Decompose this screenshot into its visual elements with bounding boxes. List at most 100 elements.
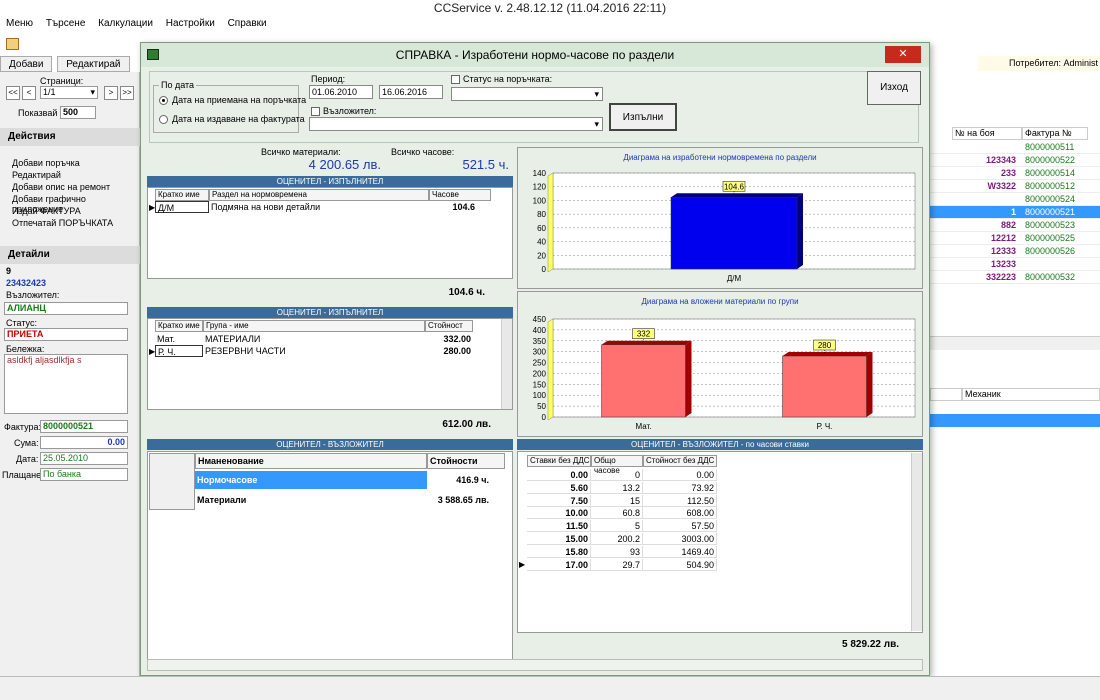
page-select-value: 1/1 xyxy=(43,87,56,97)
status-select[interactable]: ▾ xyxy=(451,87,603,101)
grid-cell-paint: 882 xyxy=(1000,220,1016,230)
status-checkbox[interactable] xyxy=(451,75,460,84)
payment-value: По банка xyxy=(40,468,128,481)
menu-item-menu[interactable]: Меню xyxy=(2,16,37,32)
tab-add[interactable]: Добави xyxy=(0,56,53,72)
toolbar-tool-icon[interactable] xyxy=(6,38,19,50)
run-button[interactable]: Изпълни xyxy=(609,103,677,131)
menu-item-search[interactable]: Търсене xyxy=(42,16,90,32)
bar-side xyxy=(866,352,873,417)
sec2-row1-name[interactable]: МАТЕРИАЛИ xyxy=(203,333,425,345)
sec4-cell[interactable]: 60.8 xyxy=(591,507,643,520)
sec2-col-short[interactable]: Кратко име xyxy=(155,320,203,332)
sec4-cell[interactable]: 5 xyxy=(591,520,643,533)
shown-input[interactable]: 500 xyxy=(60,106,96,119)
sec4-cell[interactable]: 15.80 xyxy=(527,545,591,558)
close-button[interactable]: ✕ xyxy=(885,46,921,63)
sec4-cell[interactable]: 200.2 xyxy=(591,533,643,545)
sec4-cell[interactable]: 57.50 xyxy=(643,520,717,533)
bar-top xyxy=(782,352,873,357)
sec4-cell[interactable]: 0.00 xyxy=(527,469,591,481)
sec4-cell[interactable]: 112.50 xyxy=(643,494,717,507)
sec4-col-value[interactable]: Стойност без ДДС xyxy=(643,455,717,467)
sec4-col-rate[interactable]: Ставки без ДДС xyxy=(527,455,591,467)
sec4-cell[interactable]: 29.7 xyxy=(591,558,643,571)
radio-invoice-date[interactable] xyxy=(159,115,168,124)
action-print-order[interactable]: Отпечатай ПОРЪЧКАТА xyxy=(12,218,113,228)
sec4-cell[interactable]: 7.50 xyxy=(527,494,591,507)
sec1-row-short[interactable]: Д/М xyxy=(155,201,209,213)
grid2-selected-row[interactable] xyxy=(930,414,1100,427)
grid-cell-invoice: 8000000524 xyxy=(1025,194,1076,204)
sec4-cell[interactable]: 11.50 xyxy=(527,520,591,533)
sec2-scrollbar[interactable] xyxy=(501,319,512,409)
sec2-row2-short[interactable]: Р. Ч. xyxy=(155,345,203,357)
sec3-row1-val[interactable]: 416.9 ч. xyxy=(427,471,505,489)
sec4-cell[interactable]: 15.00 xyxy=(527,533,591,545)
y-tick-label: 450 xyxy=(533,315,547,324)
sec2-col-val[interactable]: Стойност xyxy=(425,320,473,332)
y-tick-label: 350 xyxy=(533,337,547,346)
sec4-cell[interactable]: 5.60 xyxy=(527,481,591,494)
sec4-cell[interactable]: 93 xyxy=(591,545,643,558)
sec4-cell[interactable]: 504.90 xyxy=(643,558,717,571)
sec1-col-name[interactable]: Раздел на нормовремена xyxy=(209,189,429,201)
action-add-repair-list[interactable]: Добави опис на ремонт xyxy=(12,182,110,192)
sec3-col-name[interactable]: Нманенование xyxy=(195,453,427,469)
date-from-input[interactable]: 01.06.2010 xyxy=(309,85,373,99)
sec4-cell[interactable]: 15 xyxy=(591,494,643,507)
section4-header: ОЦЕНИТЕЛ - ВЪЗЛОЖИТЕЛ - по часови ставки xyxy=(517,439,923,450)
sec3-row2-name[interactable]: Материали xyxy=(195,491,427,509)
tab-edit[interactable]: Редактирай xyxy=(57,56,130,72)
grid-cell-invoice: 8000000525 xyxy=(1025,233,1076,243)
next-page-button[interactable]: > xyxy=(104,86,118,100)
detail-number: 9 xyxy=(6,266,12,276)
sec4-col-hours[interactable]: Общо часове xyxy=(591,455,643,475)
sec3-col-val[interactable]: Стойности xyxy=(427,453,505,469)
sec1-col-val[interactable]: Часове xyxy=(429,189,491,201)
sec4-cell[interactable]: 73.92 xyxy=(643,481,717,494)
grid-cell-invoice xyxy=(1025,258,1089,271)
grid2-header-mechanic[interactable]: Механик xyxy=(962,388,1100,401)
sec2-row2-val[interactable]: 280.00 xyxy=(425,345,473,357)
date-to-input[interactable]: 16.06.2016 xyxy=(379,85,443,99)
menu-item-reports[interactable]: Справки xyxy=(224,16,271,32)
sec4-cell[interactable]: 3003.00 xyxy=(643,533,717,545)
exit-button[interactable]: Изход xyxy=(867,71,921,105)
assignor-checkbox[interactable] xyxy=(311,107,320,116)
menu-item-calculations[interactable]: Калкулации xyxy=(94,16,157,32)
grid-header-invoice[interactable]: Фактура № xyxy=(1022,127,1088,140)
prev-page-button[interactable]: < xyxy=(22,86,36,100)
sec4-cell[interactable]: 0.00 xyxy=(643,469,717,481)
sec4-cell[interactable]: 1469.40 xyxy=(643,545,717,558)
sec4-cell[interactable]: 13.2 xyxy=(591,481,643,494)
sec3-row2-val[interactable]: 3 588.65 лв. xyxy=(427,491,505,509)
assignor-select[interactable]: ▾ xyxy=(309,117,603,131)
sec2-row1-short[interactable]: Мат. xyxy=(155,333,203,345)
sec1-col-short[interactable]: Кратко име xyxy=(155,189,209,201)
sec2-col-name[interactable]: Група - име xyxy=(203,320,425,332)
sec4-cell[interactable]: 10.00 xyxy=(527,507,591,520)
page-select[interactable]: 1/1 ▾ xyxy=(40,86,98,99)
radio-order-date[interactable] xyxy=(159,96,168,105)
menu-item-settings[interactable]: Настройки xyxy=(162,16,219,32)
action-add-order[interactable]: Добави поръчка xyxy=(12,158,80,168)
sec4-cell[interactable]: 608.00 xyxy=(643,507,717,520)
y-tick-label: 40 xyxy=(537,238,546,247)
note-value[interactable]: asldkfj aljasdlkfja s xyxy=(4,354,128,414)
action-issue-invoice[interactable]: Издай ФАКТУРА xyxy=(12,206,81,216)
action-edit[interactable]: Редактирай xyxy=(12,170,61,180)
sec4-scrollbar[interactable] xyxy=(911,453,922,631)
sec2-row1-val[interactable]: 332.00 xyxy=(425,333,473,345)
sec4-cell[interactable]: 17.00 xyxy=(527,558,591,571)
left-panel: Страници: << < 1/1 ▾ > >> Показвай 500 Де… xyxy=(0,72,140,700)
sec1-row-name[interactable]: Подмяна на нови детайли xyxy=(209,201,429,213)
sec3-row1-name[interactable]: Нормочасове xyxy=(195,471,427,489)
grid-header-paint[interactable]: № на боя xyxy=(952,127,1022,140)
sec2-row2-name[interactable]: РЕЗЕРВНИ ЧАСТИ xyxy=(203,345,425,357)
first-page-button[interactable]: << xyxy=(6,86,20,100)
sec1-row-val[interactable]: 104.6 xyxy=(429,201,491,213)
sec4-cell[interactable]: 0 xyxy=(591,469,643,481)
y-tick-label: 80 xyxy=(537,210,546,219)
last-page-button[interactable]: >> xyxy=(120,86,134,100)
